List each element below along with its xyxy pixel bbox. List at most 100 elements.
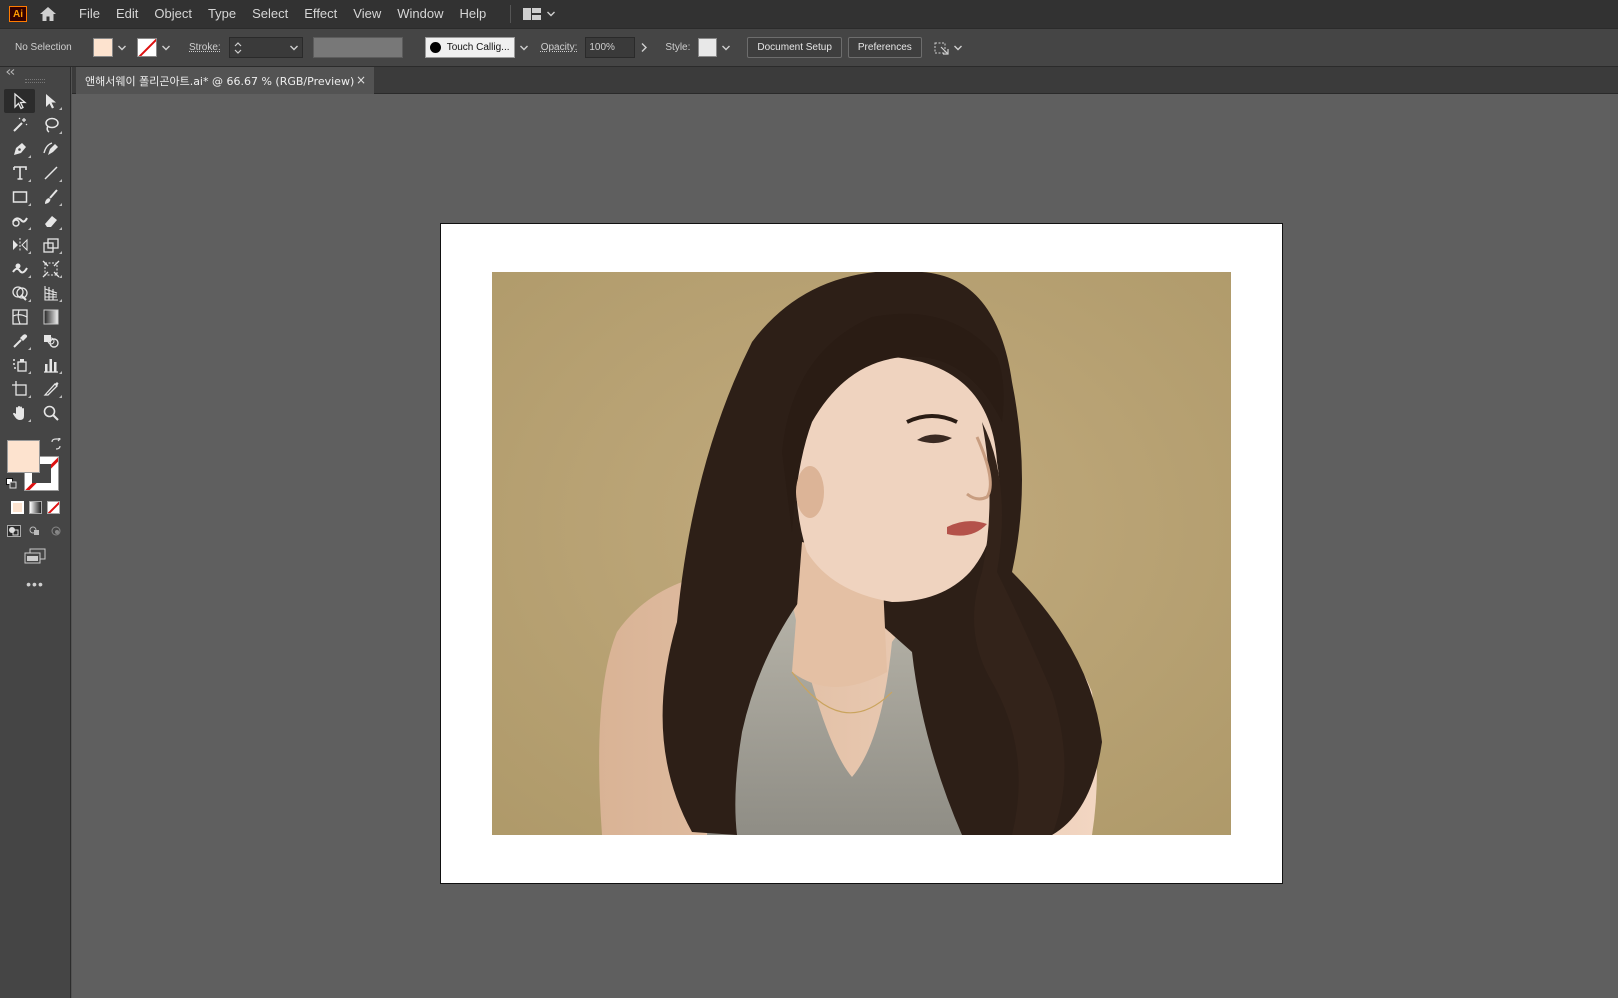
brush-preview-icon [429, 42, 441, 53]
menu-help[interactable]: Help [451, 0, 494, 28]
line-segment-tool[interactable] [35, 161, 66, 185]
reflect-tool[interactable] [4, 233, 35, 257]
mesh-tool[interactable] [4, 305, 35, 329]
tool-grid [0, 89, 70, 425]
artboard-tool[interactable] [4, 377, 35, 401]
default-fill-stroke-icon[interactable] [6, 478, 17, 489]
warp-icon [11, 263, 28, 274]
edit-toolbar-button[interactable]: ••• [0, 576, 70, 592]
shaper-tool[interactable] [4, 209, 35, 233]
free-transform-icon [42, 260, 59, 278]
collapse-panel-button[interactable] [0, 67, 70, 77]
change-screen-mode-button[interactable] [0, 548, 70, 564]
app-logo: Ai [9, 6, 27, 22]
slice-tool[interactable] [35, 377, 66, 401]
stroke-dropdown-button[interactable] [159, 38, 173, 57]
paintbrush-tool[interactable] [35, 185, 66, 209]
fill-color-box[interactable] [7, 440, 40, 473]
draw-behind-button[interactable] [27, 524, 43, 538]
rectangle-tool[interactable] [4, 185, 35, 209]
variable-width-profile[interactable] [312, 37, 403, 58]
fill-dropdown-button[interactable] [115, 38, 129, 57]
chevron-down-icon [289, 45, 298, 50]
lasso-tool[interactable] [35, 113, 66, 137]
type-icon [12, 166, 27, 180]
opacity-flyout-button[interactable] [637, 38, 651, 57]
menu-type[interactable]: Type [200, 0, 244, 28]
draw-mode-row [0, 524, 70, 538]
warp-tool[interactable] [4, 257, 35, 281]
style-dropdown-button[interactable] [719, 38, 733, 57]
rectangle-icon [12, 191, 27, 203]
graphic-style-swatch[interactable] [698, 38, 718, 57]
color-mode-button[interactable] [10, 501, 24, 514]
scale-icon [42, 238, 59, 253]
eyedropper-tool[interactable] [4, 329, 35, 353]
canvas-area[interactable] [72, 94, 1618, 998]
draw-inside-icon [51, 526, 61, 536]
preferences-button[interactable]: Preferences [847, 37, 922, 58]
opacity-label[interactable]: Opacity: [541, 42, 578, 53]
menu-object[interactable]: Object [146, 0, 200, 28]
swap-fill-stroke-icon[interactable] [50, 438, 62, 450]
column-graph-icon [43, 359, 58, 373]
perspective-grid-tool[interactable] [35, 281, 66, 305]
chevron-down-icon [953, 45, 962, 50]
zoom-tool[interactable] [35, 401, 66, 425]
document-tab[interactable]: 앤해서웨이 폴리곤아트.ai* @ 66.67 % (RGB/Preview) … [76, 67, 374, 94]
fill-color-swatch[interactable] [93, 38, 113, 57]
eraser-tool[interactable] [35, 209, 66, 233]
color-mode-row [0, 501, 70, 514]
document-tabs: 앤해서웨이 폴리곤아트.ai* @ 66.67 % (RGB/Preview) … [72, 67, 1618, 94]
stroke-color-swatch[interactable] [137, 38, 157, 57]
fill-stroke-controls [0, 433, 70, 491]
pen-icon [13, 143, 26, 155]
curvature-tool[interactable] [35, 137, 66, 161]
stroke-label[interactable]: Stroke: [189, 42, 221, 53]
selection-tool[interactable] [4, 89, 35, 113]
blend-tool[interactable] [35, 329, 66, 353]
menu-effect[interactable]: Effect [296, 0, 345, 28]
brush-dropdown-button[interactable] [517, 38, 531, 57]
brush-definition-dropdown[interactable]: Touch Callig... [424, 37, 515, 58]
draw-behind-icon [29, 526, 39, 535]
menu-file[interactable]: File [79, 0, 108, 28]
chevron-down-icon [118, 45, 126, 50]
direct-selection-tool[interactable] [35, 89, 66, 113]
type-tool[interactable] [4, 161, 35, 185]
gradient-tool[interactable] [35, 305, 66, 329]
close-icon[interactable]: × [356, 73, 366, 87]
menu-edit[interactable]: Edit [108, 0, 146, 28]
chevron-down-icon [162, 45, 170, 50]
symbol-sprayer-tool[interactable] [4, 353, 35, 377]
menu-window[interactable]: Window [389, 0, 451, 28]
menu-select[interactable]: Select [244, 0, 296, 28]
artboard-icon [11, 381, 27, 396]
menu-view[interactable]: View [345, 0, 389, 28]
workspace-switcher[interactable] [510, 5, 556, 23]
home-icon[interactable] [37, 4, 59, 24]
stroke-weight-input[interactable] [228, 37, 303, 58]
opacity-input[interactable]: 100% [585, 37, 636, 58]
magic-wand-tool[interactable] [4, 113, 35, 137]
scale-tool[interactable] [35, 233, 66, 257]
panel-grip[interactable] [25, 79, 45, 83]
tools-panel: ••• [0, 67, 71, 998]
none-mode-button[interactable] [46, 501, 60, 514]
column-graph-tool[interactable] [35, 353, 66, 377]
shaper-icon [11, 217, 28, 227]
artboard[interactable] [440, 223, 1283, 884]
hand-tool[interactable] [4, 401, 35, 425]
style-label: Style: [665, 42, 691, 53]
document-setup-button[interactable]: Document Setup [747, 37, 842, 58]
free-transform-tool[interactable] [35, 257, 66, 281]
gradient-mode-button[interactable] [28, 501, 42, 514]
magnifier-icon [43, 405, 59, 421]
shape-builder-tool[interactable] [4, 281, 35, 305]
placed-portrait-image[interactable] [492, 272, 1231, 835]
arrange-documents-button[interactable] [932, 40, 962, 56]
magic-wand-icon [12, 117, 27, 132]
pen-tool[interactable] [4, 137, 35, 161]
draw-inside-button[interactable] [48, 524, 64, 538]
draw-normal-button[interactable] [6, 524, 22, 538]
